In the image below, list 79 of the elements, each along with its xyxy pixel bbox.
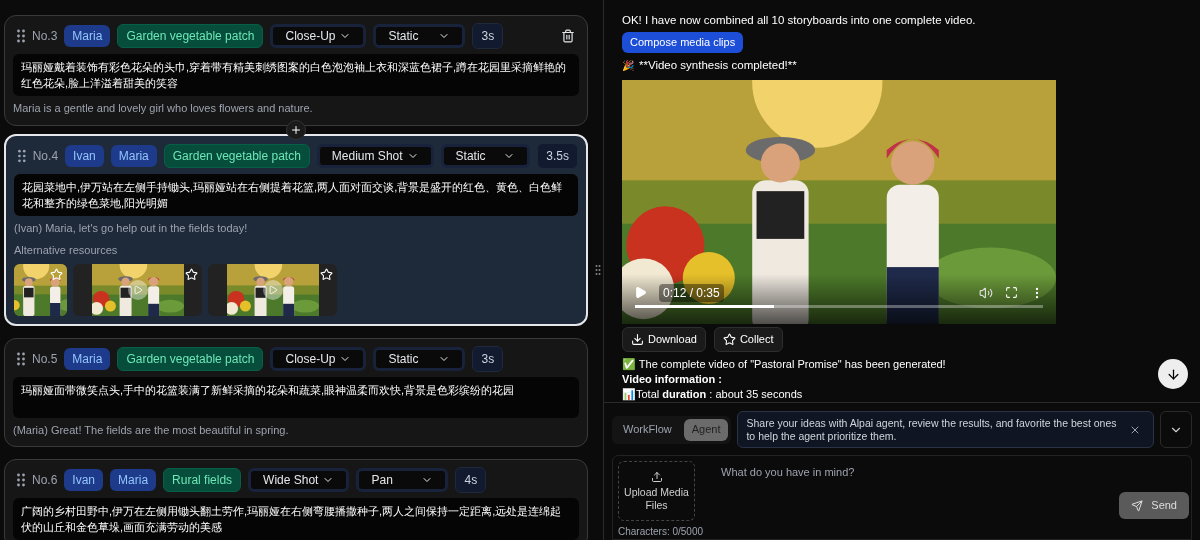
message-text: ✅ The complete video of "Pastoral Promise" has been generated!: [622, 356, 947, 372]
prompt-text[interactable]: 广阔的乡村田野中,伊万在左侧用锄头翻土劳作,玛丽娅在右侧弯腰播撒种子,两人之间保持一定距离,远处是连绵起伏的山丘和金色草垛,画面充满劳动的美感: [13, 498, 579, 540]
character-tag: Maria: [64, 25, 111, 47]
video-time: 0:12 / 0:35: [659, 283, 724, 302]
shot-select[interactable]: Medium Shot: [316, 143, 434, 168]
storyboard-card[interactable]: No.5 Maria Garden vegetable patch Close-Up Static 3s 玛丽娅面带微笑点头,手中的花篮装满了新鲜采摘的花朵和蔬菜,眼神温柔而欢快,背景是色彩缤纷的花园 (Maria) Great! The fields are the most beautiful in spring.: [4, 337, 588, 447]
star-icon: [722, 332, 736, 346]
prompt-text[interactable]: 玛丽娅戴着装饰有彩色花朵的头巾,穿着带有精美刺绣图案的白色泡泡袖上衣和深蓝色裙子,蹲在花园里采摘鲜艳的红色花朵,脸上洋溢着甜美的笑容: [13, 54, 579, 96]
prompt-text[interactable]: 玛丽娅面带微笑点头,手中的花篮装满了新鲜采摘的花朵和蔬菜,眼神温柔而欢快,背景是色彩缤纷的花园: [13, 376, 579, 418]
resources-label: Alternative resources: [14, 243, 119, 258]
arrow-down-icon: [1165, 366, 1181, 382]
duration-tag: 4s: [455, 467, 487, 493]
message-text: OK! I have now combined all 10 storyboards into one complete video.: [622, 13, 977, 28]
duration-tag: 3s: [472, 23, 504, 49]
storyboard-number: No.4: [32, 147, 59, 165]
volume-icon[interactable]: [979, 285, 993, 300]
play-icon[interactable]: [128, 279, 148, 300]
location-tag: Garden vegetable patch: [117, 24, 264, 48]
resource-thumbnail[interactable]: [208, 263, 337, 316]
storyboard-card[interactable]: [4, 133, 588, 326]
download-icon: [631, 332, 644, 346]
location-tag: Garden vegetable patch: [117, 346, 264, 371]
location-tag: Rural fields: [163, 468, 242, 492]
upload-icon: [650, 470, 663, 483]
storyboard-card[interactable]: No.6 Ivan Maria Rural fields Wide Shot Pan 4s 广阔的乡村田野中,伊万在左侧用锄头翻土劳作,玛丽娅在右侧弯腰播撒种子,两人之间保持一定距离,远处是连绵起伏的山丘和金色草垛,画面充满劳动的美感: [4, 459, 588, 540]
tool-chip[interactable]: Compose media clips: [622, 32, 744, 53]
character-tag: Ivan: [65, 144, 104, 167]
message-text: 📊Total duration : about 35 seconds: [622, 386, 804, 402]
delete-icon[interactable]: [561, 29, 575, 43]
resource-thumbnail[interactable]: [73, 263, 202, 316]
dialogue-text: (Ivan) Maria, let's go help out in the fields today!: [14, 220, 249, 236]
prompt-input[interactable]: What do you have in mind?: [721, 462, 1186, 482]
location-tag: Garden vegetable patch: [163, 143, 310, 168]
character-counter: Characters: 0/5000: [618, 525, 704, 539]
character-tag: Maria: [64, 347, 111, 370]
storyboard-number: No.3: [32, 28, 58, 45]
dialogue-text: (Maria) Great! The fields are the most beautiful in spring.: [13, 422, 290, 438]
drag-handle-icon[interactable]: [17, 351, 25, 366]
upload-media-button[interactable]: Upload Media Files: [618, 461, 695, 521]
fullscreen-icon[interactable]: [1005, 286, 1018, 299]
resize-handle-icon[interactable]: [594, 264, 601, 276]
plus-icon: [290, 123, 302, 136]
movement-select[interactable]: Static: [440, 143, 531, 168]
message-text: **Video synthesis completed!**: [639, 58, 797, 74]
duration-tag: 3s: [472, 345, 504, 372]
resource-thumbnail[interactable]: [14, 263, 67, 316]
video-progress-track[interactable]: [635, 304, 1043, 308]
message-text: Video information :: [622, 371, 724, 387]
storyboard-number: No.5: [32, 350, 58, 368]
star-icon[interactable]: [50, 267, 63, 281]
drag-handle-icon[interactable]: [17, 29, 25, 43]
movement-select[interactable]: Pan: [356, 468, 449, 492]
prompt-text[interactable]: 花园菜地中,伊万站在左侧手持锄头,玛丽娅站在右侧提着花篮,两人面对面交谈,背景是盛开的红色、黄色、白色鲜花和整齐的绿色菜地,阳光明媚: [14, 173, 578, 216]
drag-handle-icon[interactable]: [17, 473, 25, 487]
movement-select[interactable]: Static: [373, 346, 466, 371]
tip-text: Share your ideas with Alpai agent, review the results, and favorite the best ones to help the agent prioritize them.: [746, 416, 1118, 443]
video-player[interactable]: 0:12 / 0:35: [622, 79, 1056, 324]
star-icon[interactable]: [185, 267, 198, 281]
drag-handle-icon[interactable]: [18, 148, 26, 163]
collect-button[interactable]: Collect: [713, 326, 783, 352]
storyboard-card[interactable]: No.3 Maria Garden vegetable patch Close-Up Static 3s 玛丽娅戴着装饰有彩色花朵的头巾,穿着带有精美刺绣图案的白色泡泡袖上衣和深蓝色裙子,蹲在花园里采摘鲜艳的红色花朵,脸上洋溢着甜美的笑容 Maria is a gentle and lovely girl who loves flowers and nature.: [4, 15, 588, 126]
scroll-down-button[interactable]: [1158, 359, 1188, 389]
dialogue-text: Maria is a gentle and lovely girl who loves flowers and nature.: [13, 101, 314, 116]
play-icon[interactable]: [634, 286, 647, 299]
mode-tab[interactable]: WorkFlow: [615, 418, 680, 441]
star-icon[interactable]: [320, 267, 333, 281]
duration-tag: 3.5s: [537, 142, 578, 169]
shot-select[interactable]: Close-Up: [270, 346, 367, 371]
shot-select[interactable]: Close-Up: [270, 24, 367, 48]
character-tag: Maria: [110, 469, 157, 491]
download-button[interactable]: Download: [622, 326, 706, 352]
storyboard-number: No.6: [32, 472, 58, 489]
celebration-icon: 🎉: [622, 58, 634, 74]
send-icon: [1131, 499, 1144, 512]
play-icon[interactable]: [263, 279, 283, 300]
shot-select[interactable]: Wide Shot: [248, 468, 350, 492]
character-tag: Maria: [110, 144, 157, 167]
character-tag: Ivan: [64, 469, 104, 491]
movement-select[interactable]: Static: [373, 24, 466, 48]
